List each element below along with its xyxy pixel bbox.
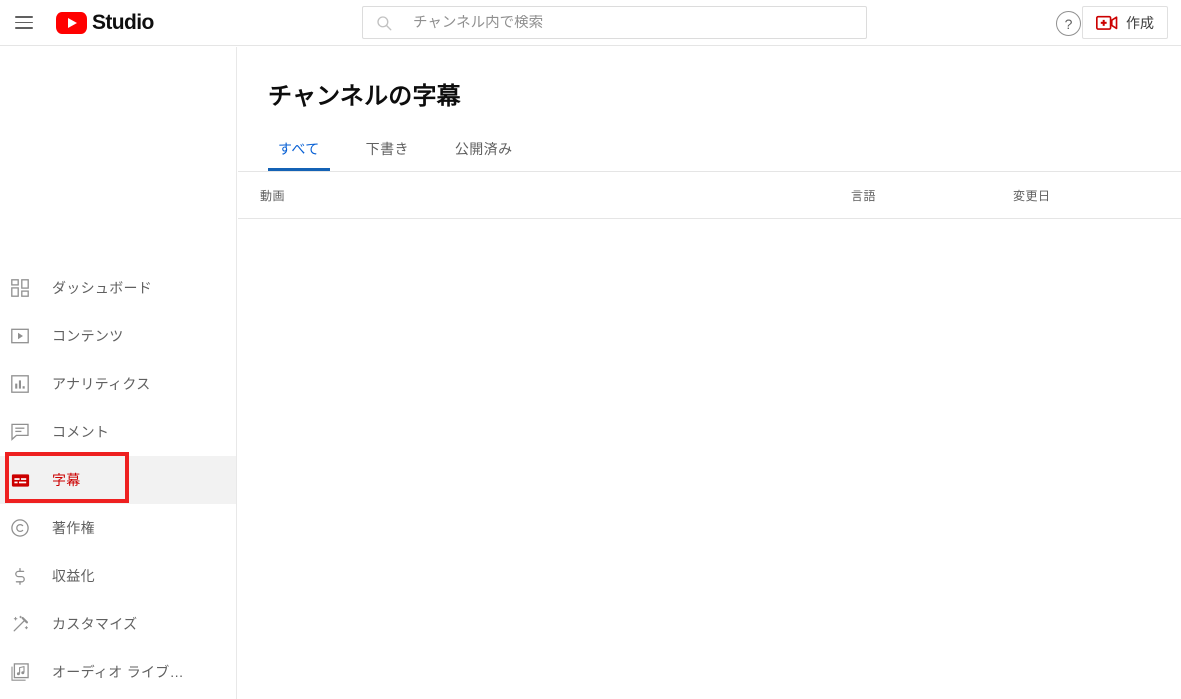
sidebar-item-content[interactable]: コンテンツ: [0, 312, 236, 360]
table-header-divider: [238, 218, 1181, 219]
create-button[interactable]: 作成: [1082, 6, 1168, 39]
analytics-bar-chart-icon: [8, 372, 32, 396]
sidebar-item-comments[interactable]: コメント: [0, 408, 236, 456]
sidebar-item-label: アナリティクス: [52, 376, 151, 392]
sidebar-item-label: 著作権: [52, 520, 95, 536]
sidebar-item-subtitles[interactable]: 字幕: [0, 456, 236, 504]
main-content: チャンネルの字幕 すべて 下書き 公開済み 動画 言語 変更日: [238, 47, 1181, 699]
sidebar-item-label: カスタマイズ: [52, 616, 138, 632]
content-play-box-icon: [8, 324, 32, 348]
search-icon: [377, 15, 392, 30]
youtube-logo-icon: [56, 11, 87, 34]
tab-drafts[interactable]: 下書き: [356, 139, 419, 171]
sidebar-item-label: 字幕: [52, 472, 81, 488]
subtitles-table-header: 動画 言語 変更日: [238, 172, 1181, 217]
tab-label: 下書き: [365, 141, 409, 157]
sidebar-item-label: 収益化: [52, 568, 95, 584]
tab-label: 公開済み: [454, 141, 513, 157]
app-header: Studio ? 作成: [0, 0, 1181, 46]
sidebar-nav-list: ダッシュボード コンテンツ アナリティクス コメント 字幕 著作権 収益化 カス…: [0, 264, 236, 696]
search-box[interactable]: [362, 6, 867, 39]
customization-wand-icon: [8, 612, 32, 636]
monetization-dollar-icon: [8, 564, 32, 588]
hamburger-line: [15, 21, 33, 24]
tab-published[interactable]: 公開済み: [445, 139, 523, 171]
dashboard-grid-icon: [8, 276, 32, 300]
help-glyph: ?: [1064, 15, 1073, 32]
column-header-video[interactable]: 動画: [260, 187, 285, 204]
video-camera-plus-icon: [1096, 15, 1118, 30]
column-header-modified-date[interactable]: 変更日: [1013, 187, 1051, 204]
sidebar-item-label: オーディオ ライブ…: [52, 664, 184, 680]
audio-library-note-icon: [8, 660, 32, 684]
sidebar-item-dashboard[interactable]: ダッシュボード: [0, 264, 236, 312]
brand-label: Studio: [92, 11, 154, 34]
hamburger-line: [15, 27, 33, 29]
subtitles-icon: [8, 468, 32, 492]
sidebar-item-label: コメント: [52, 424, 110, 440]
sidebar-item-monetization[interactable]: 収益化: [0, 552, 236, 600]
hamburger-line: [15, 16, 33, 18]
youtube-studio-logo[interactable]: Studio: [56, 11, 154, 34]
sidebar-item-customization[interactable]: カスタマイズ: [0, 600, 236, 648]
column-header-language[interactable]: 言語: [851, 187, 876, 204]
sidebar-item-audio-library[interactable]: オーディオ ライブ…: [0, 648, 236, 696]
hamburger-menu-icon[interactable]: [4, 3, 44, 43]
help-icon[interactable]: ?: [1056, 11, 1081, 36]
tab-all[interactable]: すべて: [268, 139, 330, 171]
tab-label: すべて: [278, 141, 320, 157]
sidebar-item-analytics[interactable]: アナリティクス: [0, 360, 236, 408]
sidebar-item-label: コンテンツ: [52, 328, 124, 344]
search-input[interactable]: [413, 14, 854, 31]
copyright-icon: [8, 516, 32, 540]
comment-bubble-icon: [8, 420, 32, 444]
sidebar-item-copyright[interactable]: 著作権: [0, 504, 236, 552]
sidebar-item-label: ダッシュボード: [52, 280, 153, 296]
create-button-label: 作成: [1126, 14, 1154, 31]
tab-bar: すべて 下書き 公開済み: [268, 131, 548, 171]
sidebar: ダッシュボード コンテンツ アナリティクス コメント 字幕 著作権 収益化 カス…: [0, 47, 237, 699]
page-title: チャンネルの字幕: [268, 83, 461, 110]
